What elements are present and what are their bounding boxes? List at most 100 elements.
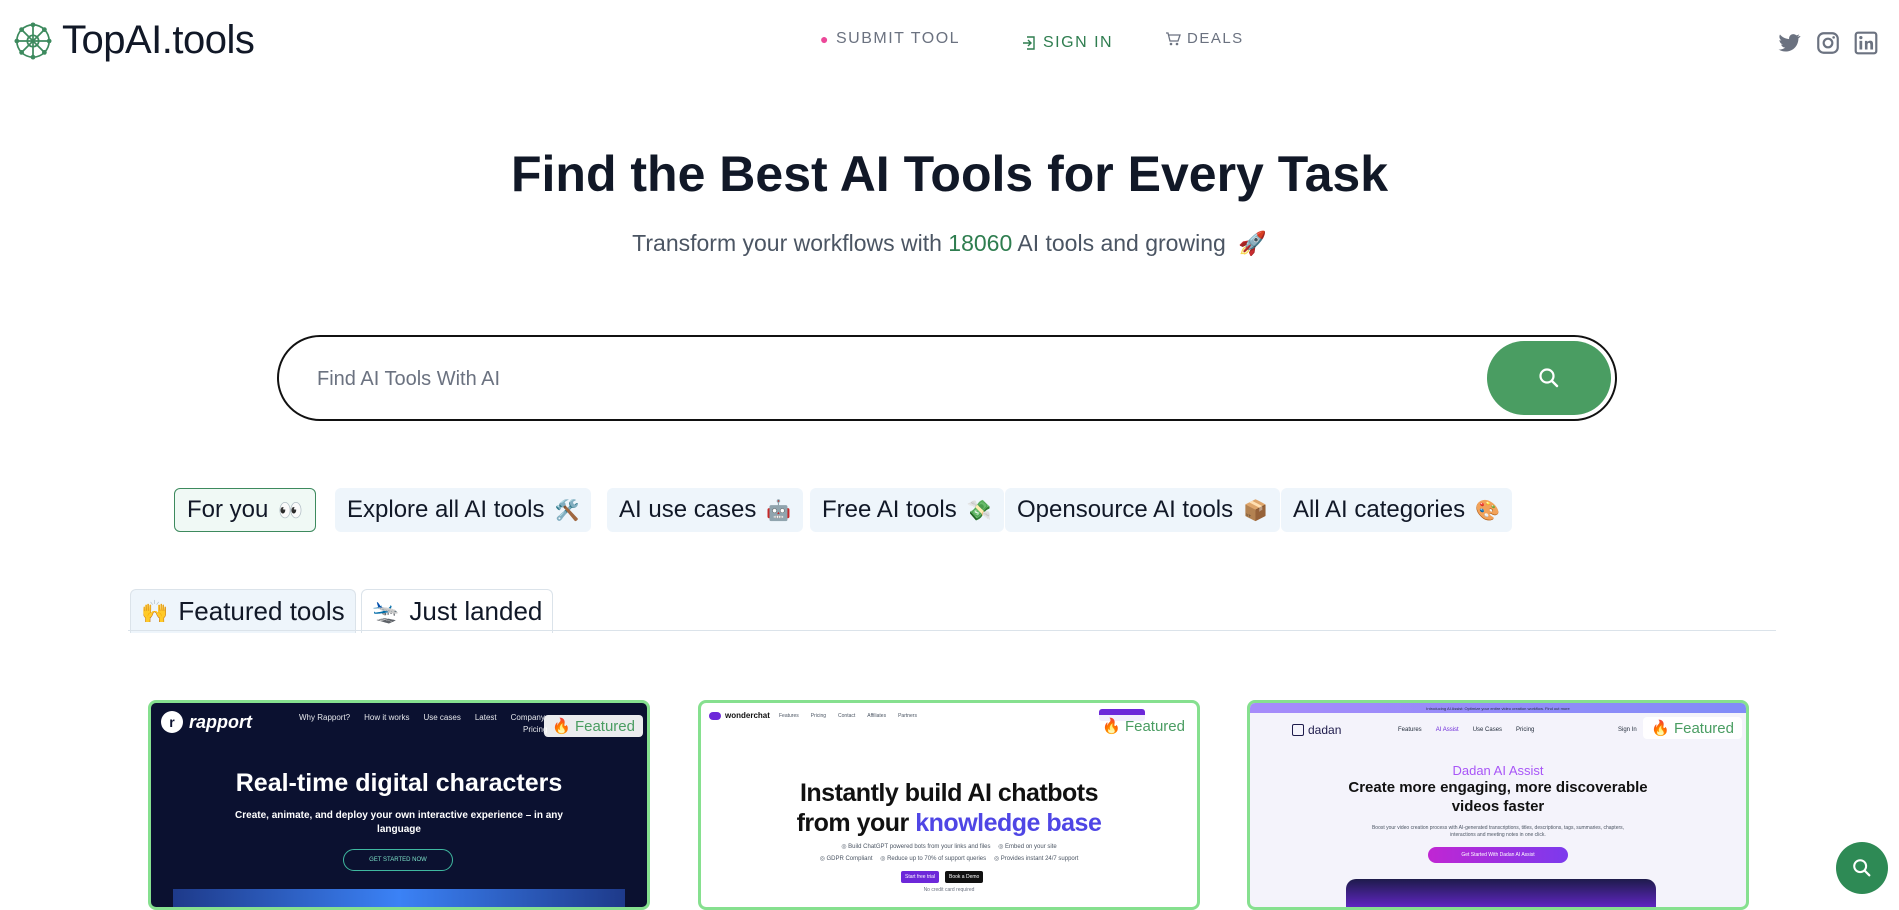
menu-item: Affiliates — [867, 713, 887, 719]
chip-label: Opensource AI tools — [1017, 496, 1234, 523]
floating-search-button[interactable] — [1836, 842, 1888, 894]
menu-item: Partners — [898, 713, 917, 719]
brand-name: dadan — [1308, 723, 1342, 737]
card-menu: Why Rapport? How it works Use cases Late… — [299, 713, 545, 722]
menu-item: How it works — [364, 713, 410, 722]
tool-card-dadan[interactable]: Introducing AI Assist: Optimize your ent… — [1247, 700, 1749, 910]
search-bar — [277, 335, 1617, 421]
chip-label: All AI categories — [1293, 496, 1466, 523]
page-title: Find the Best AI Tools for Every Task — [510, 146, 1389, 202]
robot-icon: 🤖 — [766, 499, 792, 522]
instagram-icon[interactable] — [1815, 30, 1841, 56]
card-cta-button: Get Started With Dadan AI Assist — [1428, 847, 1568, 863]
linkedin-icon[interactable] — [1853, 30, 1879, 56]
tabs-divider — [128, 630, 1776, 631]
bullet: ◎ Provides instant 24/7 support — [993, 856, 1079, 862]
card-bullets-1: ◎ Build ChatGPT powered bots from your l… — [701, 843, 1197, 850]
card-menu: Features AI Assist Use Cases Pricing — [1398, 727, 1534, 733]
logo-text: TopAI.tools — [62, 18, 255, 62]
menu-item: Contact — [838, 713, 856, 719]
chip-opensource[interactable]: Opensource AI tools 📦 — [1005, 488, 1281, 532]
menu-item: Use Cases — [1472, 727, 1503, 733]
tab-just-landed[interactable]: 🛬 Just landed — [361, 589, 554, 633]
bullet: ◎ Build ChatGPT powered bots from your l… — [841, 844, 991, 850]
chip-for-you[interactable]: For you 👀 — [174, 488, 317, 532]
eyes-icon: 👀 — [278, 499, 304, 522]
tool-count: 18060 — [948, 230, 1013, 256]
card-cta-button: GET STARTED NOW — [343, 849, 453, 871]
nav-label: SUBMIT TOOL — [835, 30, 961, 47]
search-button[interactable] — [1487, 341, 1611, 415]
headline-accent: knowledge base — [915, 809, 1102, 837]
card-hero-image — [1346, 879, 1656, 907]
card-bullets-2: ◎ GDPR Compliant ◎ Reduce up to 70% of s… — [701, 855, 1197, 862]
tool-card-wonderchat[interactable]: wonderchat Features Pricing Contact Affi… — [698, 700, 1200, 910]
menu-item: Latest — [474, 713, 497, 722]
rocket-icon: 🚀 — [1238, 230, 1267, 256]
twitter-icon[interactable] — [1776, 30, 1802, 56]
logo[interactable]: TopAI.tools — [14, 18, 255, 63]
tab-featured-tools[interactable]: 🙌 Featured tools — [130, 589, 356, 633]
nav-label: DEALS — [1187, 30, 1244, 47]
featured-badge: 🔥 Featured — [1643, 717, 1742, 739]
card-headline-2: from your knowledge base — [701, 809, 1197, 838]
search-icon — [1853, 859, 1871, 877]
card-headline: Real-time digital characters — [235, 769, 563, 797]
bullet: ◎ GDPR Compliant — [819, 856, 873, 862]
logo-icon — [14, 21, 52, 60]
menu-item: Sign In — [1618, 727, 1637, 733]
menu-item: Company — [510, 713, 545, 722]
card-brand: r rapport — [161, 711, 252, 733]
card-hero-image — [173, 889, 625, 907]
subtitle-text: Transform your workflows with — [632, 230, 942, 256]
card-cta-row: Start free trial Book a Demo — [901, 871, 984, 883]
nav-deals[interactable]: DEALS — [1165, 30, 1244, 47]
chip-free-tools[interactable]: Free AI tools 💸 — [810, 488, 1004, 532]
tab-label: Featured tools — [178, 596, 345, 626]
menu-item: Features — [1398, 727, 1422, 733]
menu-item: Why Rapport? — [299, 713, 351, 722]
fire-icon: 🔥 — [1102, 718, 1121, 735]
dadan-logo-icon — [1292, 724, 1304, 736]
featured-badge: 🔥 Featured — [1094, 715, 1193, 737]
search-input[interactable] — [315, 359, 1419, 399]
chip-label: For you — [187, 496, 269, 523]
start-trial-button: Start free trial — [901, 871, 940, 883]
hero-subtitle: Transform your workflows with 18060 AI t… — [0, 230, 1899, 257]
tool-card-rapport[interactable]: r rapport Why Rapport? How it works Use … — [148, 700, 650, 910]
menu-item: AI Assist — [1435, 727, 1459, 733]
menu-item: Pricing — [1516, 727, 1535, 733]
card-subtext: Create, animate, and deploy your own int… — [235, 810, 563, 835]
badge-label: Featured — [1124, 717, 1185, 735]
brand-name: rapport — [189, 711, 252, 732]
chip-explore-all[interactable]: Explore all AI tools 🛠️ — [335, 488, 592, 532]
card-headline: Create more engaging, more discoverable … — [1348, 779, 1648, 815]
menu-item: Features — [779, 713, 799, 719]
pin-icon: ● — [820, 31, 830, 47]
card-menu: Features Pricing Contact Affiliates Part… — [779, 713, 917, 719]
chip-all-categories[interactable]: All AI categories 🎨 — [1281, 488, 1512, 532]
landing-icon: 🛬 — [372, 598, 400, 624]
rapport-logo-icon: r — [161, 711, 183, 733]
menu-item: Use cases — [423, 713, 461, 722]
brand-name: wonderchat — [725, 711, 770, 720]
package-icon: 📦 — [1243, 499, 1269, 522]
card-brand: wonderchat — [709, 711, 770, 720]
palette-icon: 🎨 — [1475, 499, 1500, 522]
tools-icon: 🛠️ — [554, 499, 580, 522]
card-note: No credit card required — [923, 887, 975, 893]
card-announcement: Introducing AI Assist: Optimize your ent… — [1250, 703, 1746, 713]
nav-submit-tool[interactable]: ● SUBMIT TOOL — [820, 30, 960, 48]
nav-label: SIGN IN — [1043, 34, 1114, 51]
fire-icon: 🔥 — [1651, 720, 1670, 737]
chip-label: Explore all AI tools — [347, 496, 545, 523]
hands-icon: 🙌 — [141, 598, 169, 624]
badge-label: Featured — [574, 717, 635, 735]
subtitle-text: AI tools and growing — [1017, 230, 1226, 256]
card-kicker: Dadan AI Assist — [1452, 763, 1544, 778]
nav-sign-in[interactable]: SIGN IN — [1021, 34, 1113, 52]
chip-use-cases[interactable]: AI use cases 🤖 — [607, 488, 804, 532]
fire-icon: 🔥 — [552, 718, 571, 735]
menu-item: Pricing — [810, 713, 827, 719]
card-subtext: Boost your video creation process with A… — [1371, 825, 1625, 838]
